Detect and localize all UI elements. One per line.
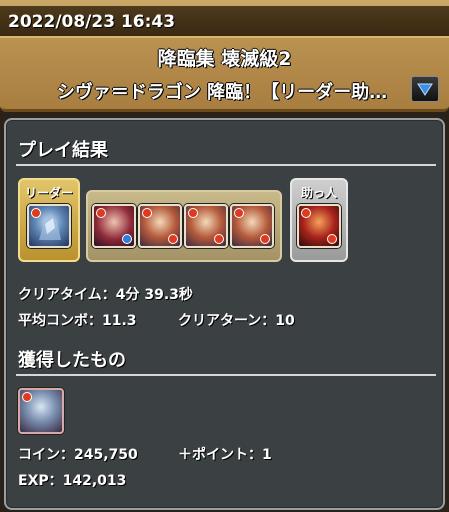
divider xyxy=(16,374,436,376)
fire-attribute-icon xyxy=(168,234,178,244)
fire-attribute-icon xyxy=(327,234,337,244)
fire-attribute-icon xyxy=(301,208,311,218)
water-attribute-icon xyxy=(122,234,132,244)
dungeon-subtitle: シヴァ＝ドラゴン 降臨！【リーダー助… xyxy=(56,82,388,103)
points: ＋ポイント：1 xyxy=(178,447,272,463)
party-monster-2-icon[interactable] xyxy=(138,204,182,248)
play-result-title: プレイ結果 xyxy=(18,140,108,161)
fire-attribute-icon xyxy=(22,392,32,402)
dragon-figure-icon xyxy=(39,214,61,240)
leader-monster-icon[interactable] xyxy=(27,204,71,248)
leader-label: リーダー xyxy=(24,186,73,200)
average-combo: 平均コンボ：11.3 xyxy=(18,313,137,329)
party-monster-3-icon[interactable] xyxy=(184,204,228,248)
dungeon-title: 降臨集 壊滅級2 xyxy=(157,48,292,70)
obtained-monster-icon[interactable] xyxy=(18,388,64,434)
obtained-title: 獲得したもの xyxy=(18,350,126,371)
party-monster-4-icon[interactable] xyxy=(230,204,274,248)
party-slots xyxy=(86,190,282,262)
fire-attribute-icon xyxy=(96,208,106,218)
party-monster-1-icon[interactable] xyxy=(92,204,136,248)
clear-turns: クリアターン：10 xyxy=(178,313,295,329)
clear-time: クリアタイム：4分 39.3秒 xyxy=(18,287,193,303)
expand-button[interactable] xyxy=(411,76,439,102)
chevron-down-icon xyxy=(417,83,433,96)
results-panel: プレイ結果 リーダー 助っ人 クリアタイム：4分 39.3秒 平均コンボ：11.… xyxy=(4,118,445,510)
fire-attribute-icon xyxy=(234,208,244,218)
divider xyxy=(16,164,436,166)
exp: EXP：142,013 xyxy=(18,473,127,489)
helper-slot: 助っ人 xyxy=(290,178,348,262)
fire-attribute-icon xyxy=(188,208,198,218)
fire-attribute-icon xyxy=(214,234,224,244)
timestamp: 2022/08/23 16:43 xyxy=(0,6,449,38)
fire-attribute-icon xyxy=(142,208,152,218)
leader-slot: リーダー xyxy=(18,178,80,262)
dungeon-header: 2022/08/23 16:43 降臨集 壊滅級2 シヴァ＝ドラゴン 降臨！【リ… xyxy=(0,0,449,112)
helper-monster-icon[interactable] xyxy=(297,204,341,248)
fire-attribute-icon xyxy=(260,234,270,244)
helper-label: 助っ人 xyxy=(300,186,337,200)
coins: コイン：245,750 xyxy=(18,447,138,463)
